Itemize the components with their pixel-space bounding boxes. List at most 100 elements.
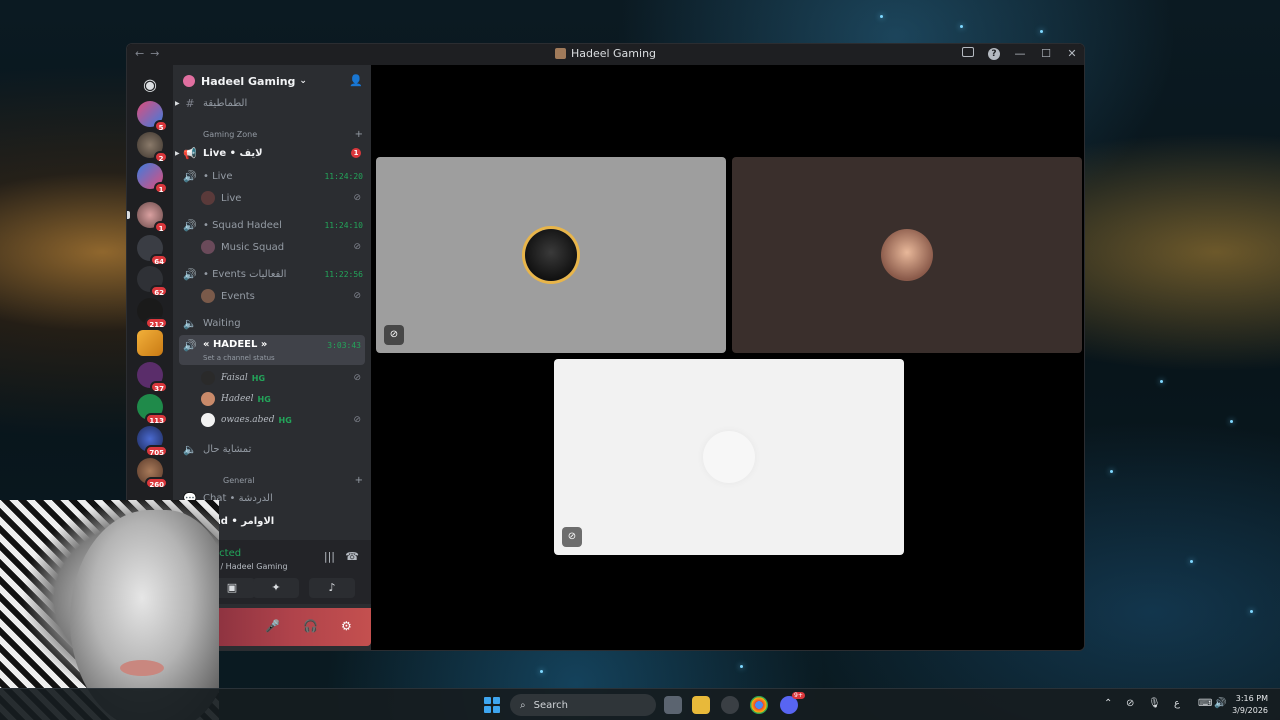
active-voice-channel[interactable]: 🔊 « HADEEL » Set a channel status 3:03:4…	[179, 335, 365, 365]
server-icon-6[interactable]: 62	[137, 266, 168, 297]
speaker-icon: 🔊	[183, 218, 197, 232]
background-light	[540, 670, 543, 673]
voice-channel-events[interactable]: 🔊 • Events الفعاليات 11:22:56	[173, 264, 371, 284]
server-icon-9[interactable]: 37	[137, 362, 168, 393]
muted-icon: ⊘	[562, 527, 582, 547]
voice-channel-link[interactable]: » / Hadeel Gaming	[213, 562, 288, 571]
server-icon-1[interactable]: 5	[137, 101, 168, 132]
server-icon	[183, 75, 195, 87]
add-channel-icon[interactable]: +	[355, 475, 363, 486]
language-indicator[interactable]: ع	[1174, 698, 1180, 709]
member-name: Hadeel	[221, 394, 254, 404]
microphone-icon[interactable]: 🎤	[265, 619, 280, 633]
voice-member[interactable]: Hadeel HG	[173, 390, 371, 408]
noise-suppression-icon[interactable]: |||	[324, 550, 335, 563]
background-light	[740, 665, 743, 668]
voice-member[interactable]: Faisal HG ⊘	[173, 369, 371, 387]
file-explorer-icon[interactable]	[692, 696, 710, 714]
voice-channel-waiting[interactable]: 🔈 Waiting	[173, 313, 371, 333]
avatar	[201, 240, 215, 254]
participant-tile-2[interactable]	[732, 157, 1082, 353]
invite-icon[interactable]: 👤	[349, 74, 363, 87]
channel-label: الطماطيقة	[203, 97, 248, 109]
avatar	[201, 289, 215, 303]
disconnect-icon[interactable]: ☎	[345, 550, 359, 563]
avatar	[201, 392, 215, 406]
soundboard-icon[interactable]: ♪	[309, 578, 355, 598]
stage-channel-events[interactable]: Events ⊘	[173, 287, 371, 305]
settings-icon[interactable]: ⚙	[341, 619, 352, 633]
server-icon-5[interactable]: 64	[137, 235, 168, 266]
clock-date: 3/9/2026	[1232, 706, 1268, 715]
maximize-button[interactable]: ☐	[1040, 47, 1052, 60]
taskbar-search[interactable]: ⌕ Search	[510, 694, 656, 716]
channel-live-text[interactable]: ▶ 📢 Live • لايف 1	[173, 143, 371, 163]
clock-time: 3:16 PM	[1235, 694, 1268, 703]
activities-icon[interactable]: ✦	[253, 578, 299, 598]
channel-label: Events	[221, 290, 255, 302]
voice-stage: ⊘ ⊘	[371, 65, 1084, 650]
server-icon-10[interactable]: 113	[137, 394, 168, 425]
volume-icon[interactable]: 🔊	[1214, 698, 1226, 709]
server-icon-7[interactable]: 212	[137, 298, 168, 329]
background-light	[1190, 560, 1193, 563]
tray-icon[interactable]: ⊘	[1126, 698, 1134, 709]
channel-label: Live • لايف	[203, 147, 263, 159]
stage-channel-live[interactable]: Live ⊘	[173, 189, 371, 207]
channel-label: Live	[221, 192, 242, 204]
channel-status[interactable]: Set a channel status	[203, 354, 275, 362]
voice-member[interactable]: owaes.abed HG ⊘	[173, 411, 371, 429]
discord-home-icon[interactable]: ◉	[136, 70, 164, 98]
server-icon-12[interactable]: 260	[137, 458, 168, 489]
server-icon-11[interactable]: 705	[137, 426, 168, 457]
windows-start-icon[interactable]	[484, 697, 500, 713]
title-bar: ←→ Hadeel Gaming ? — ☐ ✕	[127, 44, 1084, 65]
background-light	[1160, 380, 1163, 383]
chrome-icon[interactable]	[750, 696, 768, 714]
add-channel-icon[interactable]: +	[355, 129, 363, 140]
speaker-icon: 🔊	[183, 267, 197, 281]
chevron-down-icon: ⌄	[299, 76, 307, 86]
member-tag: HG	[251, 373, 266, 383]
server-icon-3[interactable]: 1	[137, 163, 168, 194]
inbox-icon[interactable]	[962, 46, 974, 60]
hash-icon: #	[185, 96, 195, 110]
server-name: Hadeel Gaming	[201, 74, 296, 88]
channel-timer: 11:22:56	[324, 269, 363, 279]
taskbar-clock[interactable]: 3:16 PM 3/9/2026	[1232, 693, 1268, 717]
avatar	[201, 413, 215, 427]
voice-channel-live[interactable]: 🔊 • Live 11:24:20	[173, 166, 371, 186]
muted-icon: ⊘	[353, 291, 361, 301]
network-icon[interactable]: ⌨	[1198, 698, 1212, 709]
help-icon[interactable]: ?	[988, 46, 1000, 60]
background-light	[1110, 470, 1113, 473]
avatar	[201, 191, 215, 205]
server-icon-hadeel[interactable]: 1	[127, 202, 168, 233]
tray-chevron-icon[interactable]: ⌃	[1104, 698, 1112, 709]
server-icon-2[interactable]: 2	[137, 132, 168, 163]
category-general[interactable]: General +	[173, 473, 371, 487]
avatar	[525, 229, 577, 281]
app-icon[interactable]	[721, 696, 739, 714]
headphones-icon[interactable]: 🎧	[303, 619, 318, 633]
participant-tile-3[interactable]: ⊘	[554, 359, 904, 555]
microphone-icon[interactable]: 🎙	[1148, 698, 1161, 709]
voice-channel-other[interactable]: 🔈 تمشاية حال	[173, 439, 371, 459]
background-light	[1040, 30, 1043, 33]
channel-top[interactable]: ▶ # الطماطيقة	[173, 93, 371, 113]
category-gaming-zone[interactable]: Gaming Zone +	[173, 127, 371, 141]
stage-channel-music[interactable]: Music Squad ⊘	[173, 238, 371, 256]
participant-tile-1[interactable]: ⊘	[376, 157, 726, 353]
task-view-icon[interactable]	[664, 696, 682, 714]
avatar	[881, 229, 933, 281]
voice-channel-squad[interactable]: 🔊 • Squad Hadeel 11:24:10	[173, 215, 371, 235]
minimize-button[interactable]: —	[1014, 47, 1026, 60]
mention-badge: 1	[351, 148, 361, 158]
channel-label: Waiting	[203, 317, 241, 329]
muted-icon: ⊘	[353, 373, 361, 383]
member-name: owaes.abed	[221, 415, 275, 425]
close-button[interactable]: ✕	[1066, 47, 1078, 60]
server-icon-8[interactable]	[137, 330, 163, 356]
channel-label: Music Squad	[221, 241, 285, 253]
channel-timer: 3:03:43	[327, 341, 361, 350]
